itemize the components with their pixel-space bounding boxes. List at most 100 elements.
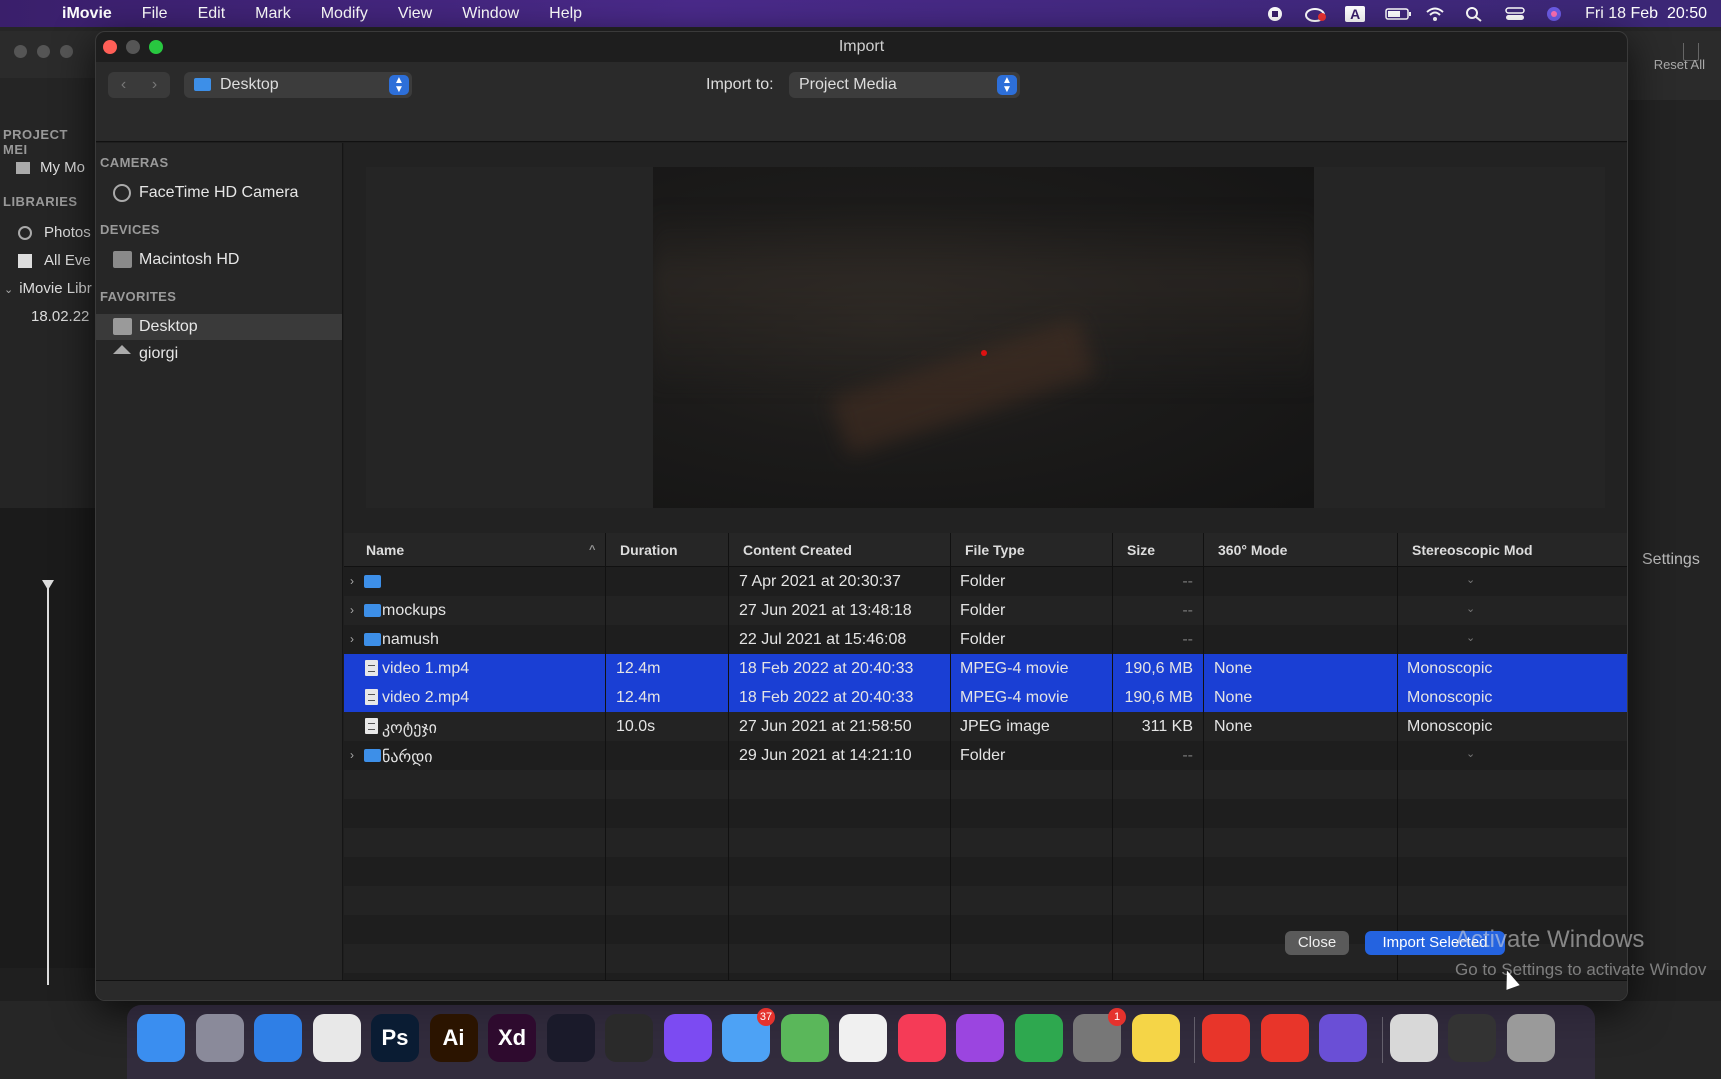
messenger-icon[interactable]	[664, 1014, 712, 1062]
table-row[interactable]: ›namush22 Jul 2021 at 15:46:08Folder--⌄	[344, 625, 1628, 654]
recent-doc-1-icon[interactable]	[1390, 1014, 1438, 1062]
cell-content-created: 27 Jun 2021 at 21:58:50	[739, 718, 912, 736]
recent-doc-2-icon[interactable]	[1448, 1014, 1496, 1062]
cell-name: namush	[382, 631, 439, 649]
row-popup-chevron-icon[interactable]: ⌄	[1466, 573, 1475, 586]
podcasts-icon[interactable]	[956, 1014, 1004, 1062]
menu-window[interactable]: Window	[447, 5, 534, 23]
maps-icon[interactable]	[781, 1014, 829, 1062]
launchpad-icon[interactable]	[196, 1014, 244, 1062]
sidebar-item-macintosh-hd[interactable]: Macintosh HD	[96, 247, 342, 273]
column-divider	[728, 533, 729, 980]
music-icon[interactable]	[898, 1014, 946, 1062]
control-center-icon[interactable]	[1505, 6, 1525, 22]
chrome-icon[interactable]	[313, 1014, 361, 1062]
column-header-duration[interactable]: Duration	[620, 542, 678, 558]
menu-file[interactable]: File	[127, 5, 183, 23]
back-button[interactable]: ‹	[108, 72, 139, 98]
playhead[interactable]	[47, 585, 49, 985]
safari-icon[interactable]	[254, 1014, 302, 1062]
illustrator-icon[interactable]: Ai	[430, 1014, 478, 1062]
photos-icon[interactable]	[839, 1014, 887, 1062]
anydesk-icon[interactable]	[1202, 1014, 1250, 1062]
imovie-library-label: iMovie Libr	[19, 280, 92, 297]
sidebar-item-home[interactable]: giorgi	[96, 341, 342, 367]
my-movie-item[interactable]: My Mo	[16, 159, 85, 176]
document-icon	[365, 660, 378, 676]
notes-icon[interactable]	[1132, 1014, 1180, 1062]
cell-file-type: Folder	[960, 747, 1005, 765]
column-header-name[interactable]: Name	[366, 542, 404, 558]
trash-icon[interactable]	[1507, 1014, 1555, 1062]
wifi-icon[interactable]	[1425, 6, 1445, 22]
event-date-item[interactable]: 18.02.22	[31, 308, 89, 325]
creative-cloud-icon[interactable]	[1305, 6, 1325, 22]
video-preview-frame[interactable]	[653, 167, 1314, 508]
screen-record-icon[interactable]	[1265, 6, 1285, 22]
settings-button[interactable]: Settings	[1642, 551, 1700, 569]
table-row[interactable]: video 2.mp412.4m18 Feb 2022 at 20:40:33M…	[344, 683, 1628, 712]
preview-red-marker	[981, 350, 987, 356]
disclosure-icon[interactable]: ›	[350, 748, 354, 762]
column-header-content-created[interactable]: Content Created	[743, 542, 852, 558]
cell-duration: 12.4m	[616, 689, 660, 707]
column-divider	[605, 533, 606, 980]
cell-content-created: 18 Feb 2022 at 20:40:33	[739, 660, 913, 678]
table-row[interactable]: ›mockups27 Jun 2021 at 13:48:18Folder--⌄	[344, 596, 1628, 625]
imovie-library-item[interactable]: ⌄ iMovie Libr	[4, 280, 92, 297]
menu-modify[interactable]: Modify	[306, 5, 383, 23]
column-header-360-mode[interactable]: 360° Mode	[1218, 542, 1287, 558]
disclosure-icon[interactable]: ›	[350, 574, 354, 588]
menu-clock[interactable]: Fri 18 Feb 20:50	[1585, 5, 1707, 23]
menu-mark[interactable]: Mark	[240, 5, 306, 23]
disclosure-icon[interactable]: ›	[350, 603, 354, 617]
import-to-popup[interactable]: Project Media ▲▼	[789, 72, 1020, 98]
finder-icon[interactable]	[137, 1014, 185, 1062]
siri-icon[interactable]	[1545, 6, 1565, 22]
disclosure-open-icon[interactable]: ⌄	[4, 284, 13, 296]
forward-button[interactable]: ›	[139, 72, 170, 98]
popup-stepper-icon: ▲▼	[997, 75, 1017, 95]
menu-edit[interactable]: Edit	[183, 5, 241, 23]
location-popup[interactable]: Desktop ▲▼	[184, 72, 412, 98]
vectornator-icon[interactable]	[605, 1014, 653, 1062]
table-row[interactable]: ›ნარდი29 Jun 2021 at 14:21:10Folder--⌄	[344, 741, 1628, 770]
menu-help[interactable]: Help	[534, 5, 597, 23]
row-popup-chevron-icon[interactable]: ⌄	[1466, 602, 1475, 615]
row-popup-chevron-icon[interactable]: ⌄	[1466, 747, 1475, 760]
system-preferences-icon[interactable]: 1	[1073, 1014, 1121, 1062]
table-row[interactable]: video 1.mp412.4m18 Feb 2022 at 20:40:33M…	[344, 654, 1628, 683]
table-row[interactable]: კოტეჯი10.0s27 Jun 2021 at 21:58:50JPEG i…	[344, 712, 1628, 741]
column-header-stereoscopic-mode[interactable]: Stereoscopic Mod	[1412, 542, 1533, 558]
numbers-icon[interactable]	[1015, 1014, 1063, 1062]
reset-all-button[interactable]: Reset All	[1654, 57, 1705, 72]
anydesk-2-icon[interactable]	[1261, 1014, 1309, 1062]
my-movie-label: My Mo	[40, 159, 85, 176]
spotlight-icon[interactable]	[1465, 6, 1485, 22]
input-source-icon[interactable]: A	[1345, 6, 1365, 22]
menu-app-name[interactable]: iMovie	[60, 5, 127, 23]
column-divider	[1397, 533, 1398, 980]
adobe-xd-icon[interactable]: Xd	[488, 1014, 536, 1062]
photoshop-icon[interactable]: Ps	[371, 1014, 419, 1062]
all-events-item[interactable]: All Eve	[18, 252, 91, 269]
table-row[interactable]: ›7 Apr 2021 at 20:30:37Folder--⌄	[344, 567, 1628, 596]
photos-library-item[interactable]: Photos	[18, 224, 91, 241]
sidebar-item-facetime-camera[interactable]: FaceTime HD Camera	[96, 180, 342, 206]
imovie-window-controls	[14, 45, 73, 58]
row-popup-chevron-icon[interactable]: ⌄	[1466, 631, 1475, 644]
imovie-icon[interactable]	[1319, 1014, 1367, 1062]
blender-icon[interactable]	[547, 1014, 595, 1062]
mail-icon[interactable]: 37	[722, 1014, 770, 1062]
cell-name: ნარდი	[382, 747, 433, 767]
battery-icon[interactable]	[1385, 6, 1405, 22]
dialog-toolbar: ‹ › Desktop ▲▼ Import to: Project Media …	[96, 62, 1627, 142]
disclosure-icon[interactable]: ›	[350, 632, 354, 646]
hard-drive-icon	[113, 251, 132, 268]
sidebar-item-desktop[interactable]: Desktop	[96, 314, 342, 340]
column-header-size[interactable]: Size	[1127, 542, 1155, 558]
close-button[interactable]: Close	[1285, 931, 1349, 955]
column-header-file-type[interactable]: File Type	[965, 542, 1025, 558]
menu-view[interactable]: View	[383, 5, 447, 23]
column-divider	[1203, 533, 1204, 980]
